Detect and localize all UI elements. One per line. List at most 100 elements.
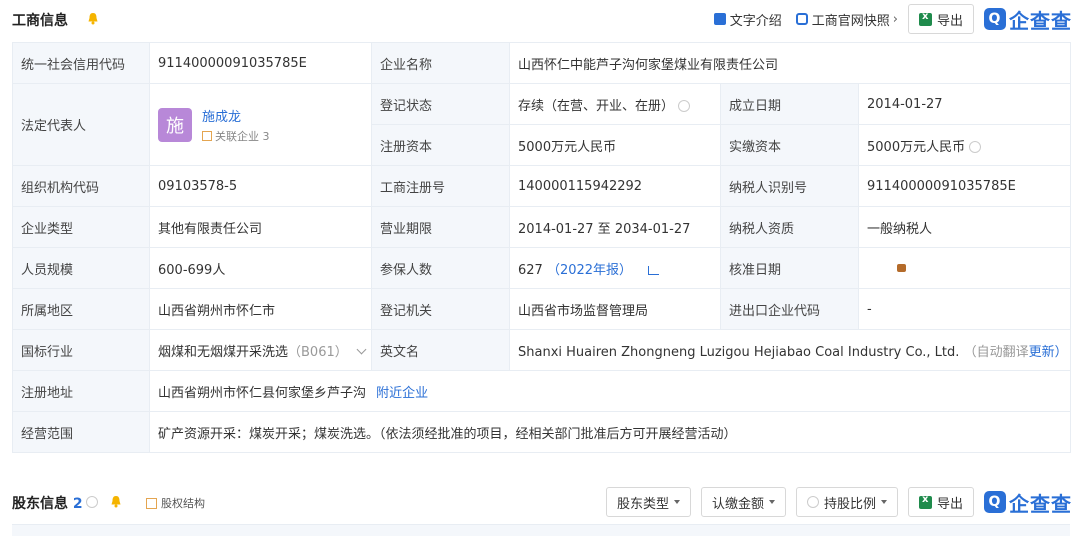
shareholder-export-button[interactable]: 导出 [907,487,974,517]
english-name-cell: Shanxi Huairen Zhongneng Luzigou Hejiaba… [508,329,1072,371]
reg-capital-value: 5000万元人民币 [509,124,721,166]
table-row: 国标行业 烟煤和无烟煤开采洗选（B061） 英文名 Shanxi Huairen… [12,329,1072,371]
staff-size-value: 600-699人 [149,247,372,289]
bell-icon[interactable] [87,12,99,25]
shareholder-section-title: 股东信息 2 [12,493,83,513]
update-link[interactable]: 更新） [1029,345,1068,360]
industry-label: 国标行业 [12,329,150,371]
taxpayer-id-value: 91140000091035785E [857,165,1072,207]
industry-value: 烟煤和无烟煤开采洗选 [158,344,289,360]
subscribed-amount-filter[interactable]: 认缴金额 [700,487,786,517]
reg-authority-label: 登记机关 [371,288,510,330]
qcc-logo: Q 企查查 [984,5,1072,34]
chevron-down-icon[interactable] [356,344,367,354]
table-row: 经营范围 矿产资源开采：煤炭开采；煤炭洗选。（依法须经批准的项目，经相关部门批准… [12,411,1072,453]
taxpayer-qual-label: 纳税人资质 [720,206,859,248]
org-code-value: 09103578-5 [149,165,372,207]
company-type-label: 企业类型 [12,206,150,248]
caret-down-icon [880,500,887,504]
biz-reg-no-label: 工商注册号 [371,165,510,207]
chevron-right-icon: › [892,11,898,27]
company-name-label: 企业名称 [371,42,510,84]
table-row: 所属地区 山西省朔州市怀仁市 登记机关 山西省市场监督管理局 进出口企业代码 - [12,288,1072,330]
info-icon[interactable] [678,100,691,112]
reg-status-cell: 存续（在营、开业、在册） [509,83,721,125]
export-button[interactable]: 导出 [907,4,974,34]
credit-code-label: 统一社会信用代码 [12,42,150,84]
paid-capital-value: 5000万元人民币 [867,139,966,155]
english-name-value: Shanxi Huairen Zhongneng Luzigou Hejiaba… [518,344,960,360]
taxpayer-id-label: 纳税人识别号 [720,165,859,207]
company-name-value: 山西怀仁中能芦子沟何家堡煤业有限责任公司 [508,42,1072,84]
caret-down-icon [768,500,775,504]
legal-rep-name-link[interactable]: 施成龙 [202,106,270,125]
table-row: 统一社会信用代码 91140000091035785E 企业名称 山西怀仁中能芦… [12,42,1072,84]
camera-icon [795,13,808,25]
region-label: 所属地区 [12,288,150,330]
document-icon [713,13,726,25]
business-info-table: 统一社会信用代码 91140000091035785E 企业名称 山西怀仁中能芦… [12,42,1072,453]
info-icon[interactable] [86,496,98,508]
import-export-label: 进出口企业代码 [720,288,859,330]
reg-authority-value: 山西省市场监督管理局 [509,288,721,330]
industry-cell[interactable]: 烟煤和无烟煤开采洗选（B061） [149,329,372,371]
paid-capital-cell: 5000万元人民币 [857,124,1072,166]
share-ratio-filter[interactable]: 持股比例 [795,487,898,517]
insured-value: 627 [518,262,543,278]
excel-icon [918,494,932,509]
export-label: 导出 [936,13,963,29]
table-row: 人员规模 600-699人 参保人数 627 （2022年报） 核准日期 [12,247,1072,289]
shareholder-count: 2 [72,496,83,512]
insured-label: 参保人数 [371,247,510,289]
shareholder-info-header: 股东信息 2 股权结构 股东类型 认缴金额 持股比例 导出 Q 企查查 [0,483,1080,521]
shareholder-title-text: 股东信息 [12,496,68,512]
text-intro-link[interactable]: 文字介绍 [713,10,782,29]
est-date-label: 成立日期 [720,83,859,125]
related-companies-label: 关联企业 3 [215,129,270,143]
qcc-logo-icon: Q [984,491,1006,513]
reg-status-value: 存续（在营、开业、在册） [518,98,675,114]
nearby-companies-link[interactable]: 附近企业 [376,386,428,401]
region-value: 山西省朔州市怀仁市 [149,288,372,330]
address-label: 注册地址 [12,370,150,412]
info-icon [806,496,819,508]
shareholder-export-label: 导出 [936,496,963,512]
table-row: 企业类型 其他有限责任公司 营业期限 2014-01-27 至 2034-01-… [12,206,1072,248]
term-label: 营业期限 [371,206,510,248]
avatar[interactable]: 施 [158,107,192,142]
lock-icon[interactable] [897,264,906,272]
table-row: 法定代表人 施 施成龙 关联企业 3 登记状态 存续（在营、开业、在册） 成立日… [12,83,1072,166]
chart-icon[interactable] [648,265,660,275]
english-name-label: 英文名 [371,329,510,371]
qcc-logo-text: 企查查 [1009,491,1072,516]
shareholder-type-label: 股东类型 [616,496,669,512]
bell-icon[interactable] [110,495,122,508]
shareholder-type-filter[interactable]: 股东类型 [605,487,691,517]
snapshot-label: 工商官网快照 [811,13,890,29]
header-toolbar: 文字介绍 工商官网快照 › 导出 Q 企查查 [700,4,1072,34]
approval-date-label: 核准日期 [720,247,859,289]
org-code-label: 组织机构代码 [12,165,150,207]
est-date-value: 2014-01-27 [857,83,1072,125]
qcc-logo-text: 企查查 [1009,8,1072,33]
biz-reg-no-value: 140000115942292 [509,165,721,207]
info-icon[interactable] [969,141,982,153]
address-cell: 山西省朔州市怀仁县何家堡乡芦子沟 附近企业 [148,370,1072,412]
qcc-logo: Q 企查查 [984,488,1072,517]
share-ratio-label: 持股比例 [823,496,876,512]
table-row: 注册地址 山西省朔州市怀仁县何家堡乡芦子沟 附近企业 [12,370,1072,412]
insured-year-link[interactable]: （2022年报） [547,263,632,278]
paid-capital-label: 实缴资本 [720,124,859,166]
related-companies-link[interactable]: 关联企业 3 [202,128,270,144]
auto-translate-note: （自动翻译 [963,344,1029,360]
equity-structure-link[interactable]: 股权结构 [146,495,205,511]
scope-label: 经营范围 [12,411,150,453]
company-icon [202,130,212,141]
text-intro-label: 文字介绍 [729,13,782,29]
section-title: 工商信息 [12,13,68,29]
legal-rep-cell: 施 施成龙 关联企业 3 [149,83,372,166]
shareholder-table-top [12,524,1070,536]
snapshot-link[interactable]: 工商官网快照 › [795,10,898,29]
equity-structure-label: 股权结构 [161,497,205,510]
qcc-logo-icon: Q [984,8,1006,30]
